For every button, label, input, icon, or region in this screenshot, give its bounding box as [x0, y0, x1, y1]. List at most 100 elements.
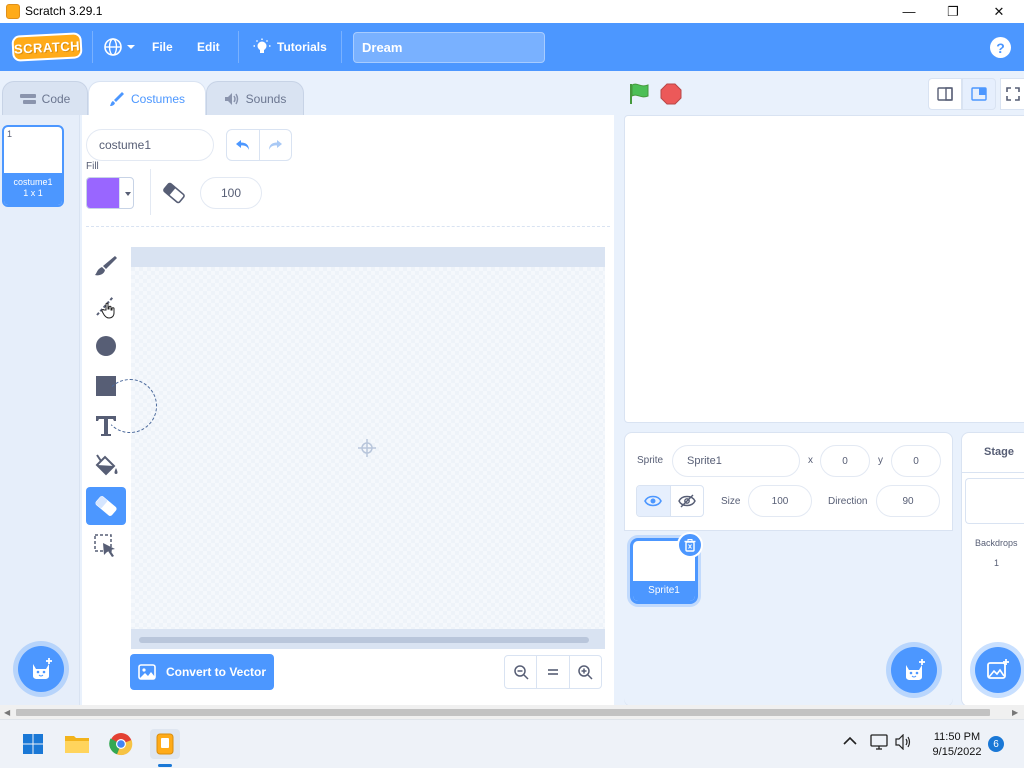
normal-stage-icon [971, 87, 987, 101]
paintbrush-icon [95, 256, 117, 276]
size-input[interactable]: 100 [748, 485, 812, 517]
tab-code[interactable]: Code [2, 81, 88, 115]
help-button[interactable]: ? [990, 37, 1011, 58]
window-title: Scratch 3.29.1 [25, 4, 103, 18]
scratch-logo[interactable]: SCRATCH [11, 32, 83, 62]
eraser-tool[interactable] [86, 487, 126, 525]
taskbar-clock[interactable]: 11:50 PM 9/15/2022 [922, 730, 992, 760]
notification-badge[interactable]: 6 [988, 736, 1004, 752]
menu-divider [238, 31, 239, 63]
canvas-scroll-thumb[interactable] [139, 637, 589, 643]
tab-costumes-label: Costumes [130, 91, 186, 106]
file-menu[interactable]: File [152, 23, 173, 71]
costume-label: costume1 1 x 1 [4, 173, 62, 205]
stage-canvas[interactable] [624, 115, 1024, 423]
x-position-input[interactable]: 0 [820, 445, 870, 477]
chrome-button[interactable] [106, 729, 136, 759]
select-tool[interactable] [86, 527, 126, 565]
circle-tool[interactable] [86, 327, 126, 365]
eraser-size-input[interactable]: 100 [200, 177, 262, 209]
menu-divider [341, 31, 342, 63]
tab-costumes[interactable]: Costumes [88, 81, 206, 115]
eraser-cursor-outline [103, 379, 157, 433]
equals-icon [547, 669, 558, 675]
scratch-taskbar-button[interactable] [150, 729, 180, 759]
sprite-name-input[interactable]: Sprite1 [672, 445, 800, 477]
canvas-horizontal-scrollbar[interactable] [131, 629, 605, 649]
windows-icon [23, 734, 43, 754]
close-button[interactable]: ✕ [976, 0, 1022, 23]
select-icon [94, 534, 115, 557]
small-stage-button[interactable] [928, 78, 962, 110]
convert-to-vector-button[interactable]: Convert to Vector [130, 654, 274, 690]
costume-name: costume1 [13, 177, 53, 187]
zoom-out-button[interactable] [505, 656, 538, 688]
stop-button[interactable] [659, 82, 683, 106]
network-button[interactable] [870, 734, 888, 753]
show-toggle-group [636, 485, 704, 517]
tab-sounds[interactable]: Sounds [206, 81, 304, 115]
scratch-app-icon [156, 733, 174, 755]
fill-tool[interactable] [86, 447, 126, 485]
fullscreen-icon [1005, 87, 1020, 101]
chevron-up-icon [843, 736, 857, 745]
choose-backdrop-button[interactable] [975, 647, 1021, 693]
choose-costume-button[interactable] [18, 646, 64, 692]
speaker-icon [224, 92, 238, 105]
canvas-top-band [131, 247, 605, 267]
maximize-button[interactable]: ❐ [930, 0, 976, 23]
edit-menu[interactable]: Edit [197, 23, 220, 71]
fill-label: Fill [86, 161, 99, 172]
stage-pane-divider [961, 472, 1024, 473]
direction-label: Direction [828, 496, 868, 507]
brush-tool[interactable] [86, 247, 126, 285]
zoom-reset-button[interactable] [537, 656, 570, 688]
scroll-right-arrow[interactable]: ▶ [1012, 708, 1018, 717]
show-hidden-icons-button[interactable] [843, 735, 857, 749]
costume-number: 1 [7, 129, 13, 139]
green-flag-icon [630, 83, 649, 104]
y-position-input[interactable]: 0 [891, 445, 941, 477]
window-scroll-thumb[interactable] [16, 709, 990, 716]
direction-input[interactable]: 90 [876, 485, 940, 517]
circle-icon [96, 336, 116, 356]
folder-icon [65, 736, 89, 753]
undo-button[interactable] [227, 130, 260, 160]
choose-sprite-button[interactable] [891, 647, 937, 693]
clock-date: 9/15/2022 [932, 746, 982, 758]
paint-canvas[interactable] [103, 247, 605, 649]
backdrop-thumbnail[interactable] [965, 478, 1024, 524]
line-tool[interactable] [86, 287, 126, 325]
small-stage-icon [937, 87, 953, 101]
fill-color-picker[interactable] [86, 177, 134, 209]
stage-pane-title: Stage [984, 446, 1014, 458]
start-button[interactable] [18, 729, 48, 759]
minimize-button[interactable]: — [886, 0, 932, 23]
zoom-controls [504, 655, 602, 689]
line-icon [96, 296, 115, 319]
project-title-input[interactable]: Dream [353, 32, 545, 63]
window-horizontal-scrollbar[interactable]: ◀ ▶ [0, 705, 1024, 719]
language-menu[interactable] [103, 23, 136, 71]
undo-redo-group [226, 129, 292, 161]
redo-button[interactable] [260, 130, 292, 160]
costume-item[interactable]: 1 costume1 1 x 1 [2, 125, 64, 207]
show-sprite-button[interactable] [637, 486, 671, 516]
trash-icon [684, 538, 696, 552]
scroll-left-arrow[interactable]: ◀ [4, 708, 10, 717]
zoom-in-icon [578, 665, 593, 680]
stop-icon [660, 83, 682, 105]
fullscreen-button[interactable] [1000, 78, 1024, 110]
hide-sprite-button[interactable] [671, 486, 704, 516]
volume-button[interactable] [895, 733, 913, 753]
tutorials-button[interactable]: Tutorials [253, 23, 327, 71]
costume-name-input[interactable]: costume1 [86, 129, 214, 161]
lightbulb-icon [253, 38, 271, 53]
file-explorer-button[interactable] [62, 729, 92, 759]
delete-sprite-button[interactable] [677, 532, 703, 558]
normal-stage-button[interactable] [962, 78, 996, 110]
green-flag-button[interactable] [627, 82, 651, 106]
paint-bucket-icon [95, 454, 118, 476]
window-titlebar: Scratch 3.29.1 — ❐ ✕ [0, 0, 1024, 23]
zoom-in-button[interactable] [570, 656, 601, 688]
